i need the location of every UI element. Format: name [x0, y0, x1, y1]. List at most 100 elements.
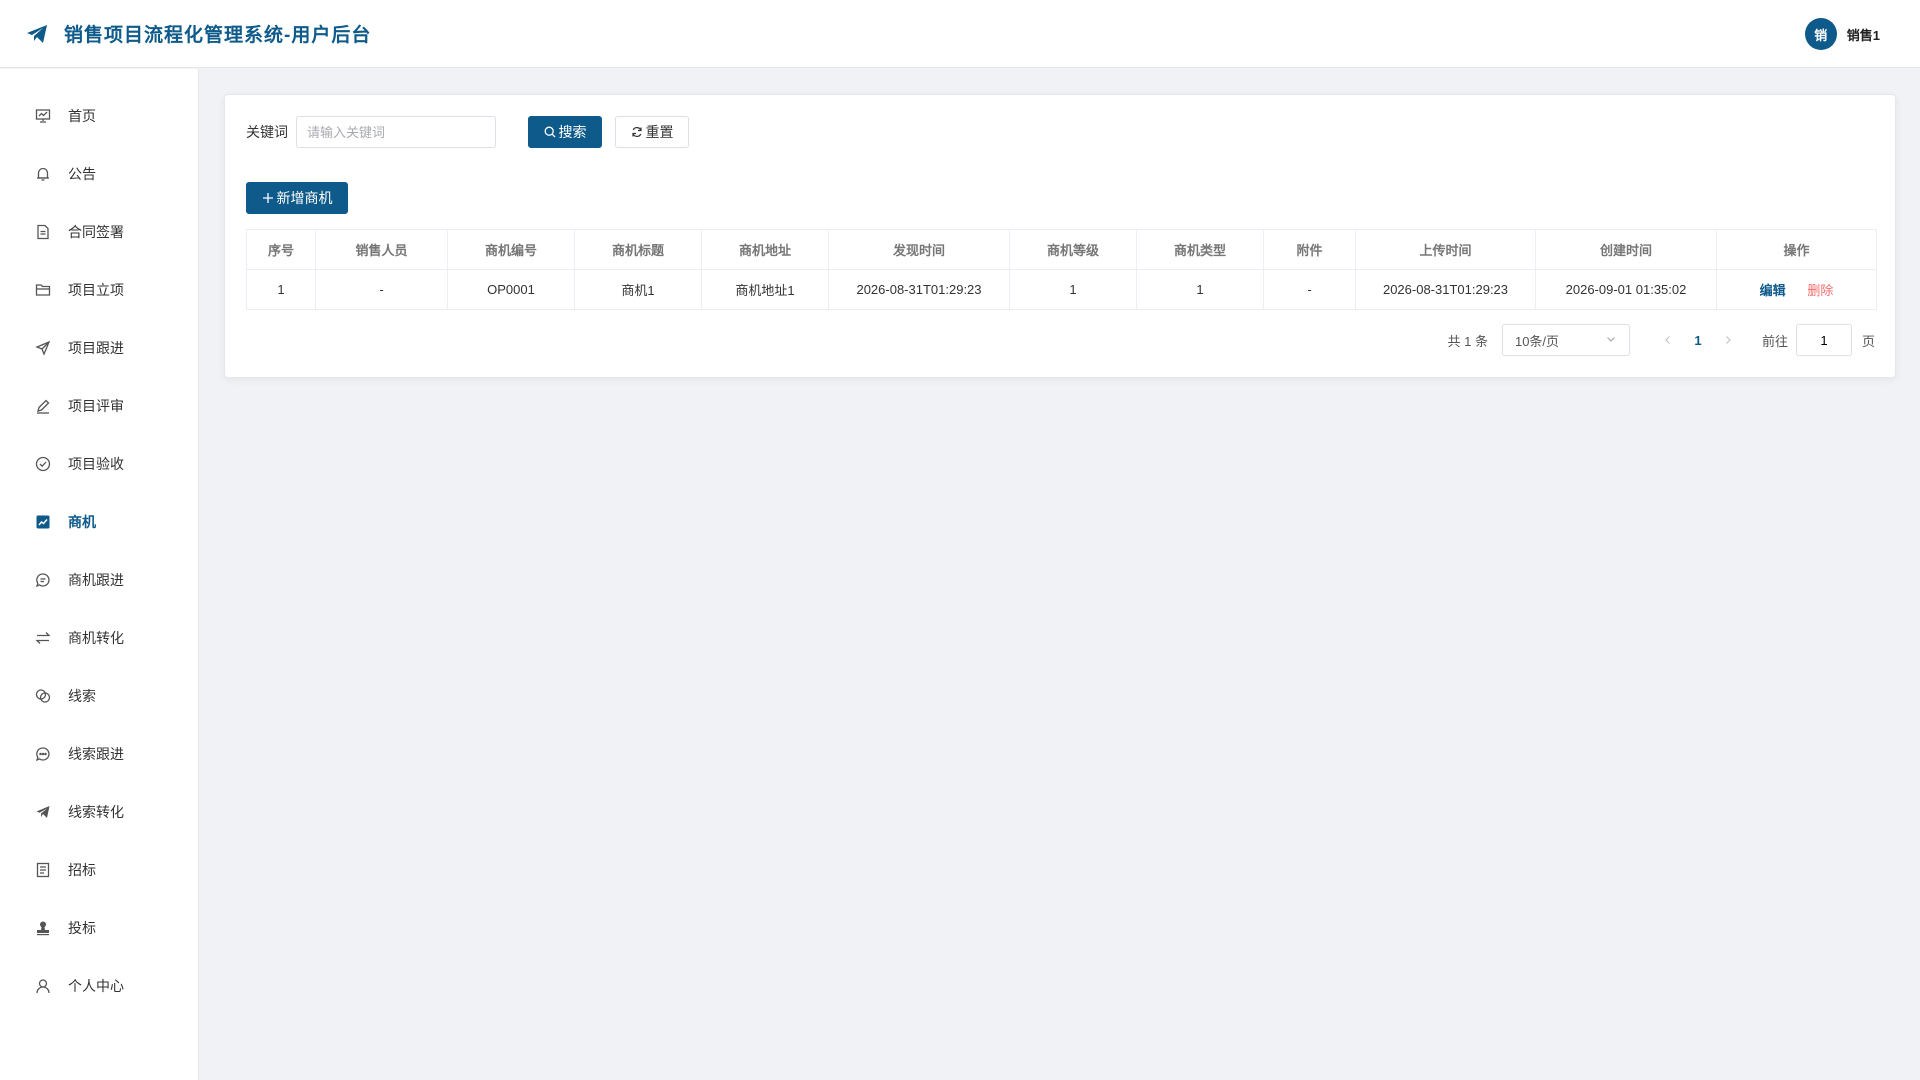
column-header: 商机地址 [701, 229, 829, 270]
table-cell: 2026-08-31T01:29:23 [828, 269, 1010, 310]
sidebar-item-opportunity[interactable]: 商机 [0, 493, 198, 551]
sidebar: 首页 公告 合同签署 项目立项 项目跟进 项目评审 项目验收 商机 商机跟进 商… [0, 69, 199, 1080]
sidebar-item-label: 商机转化 [68, 630, 124, 646]
sidebar-item-label: 商机 [68, 514, 96, 530]
paper-plane-logo-icon [24, 21, 50, 47]
sidebar-item-contract[interactable]: 合同签署 [0, 203, 198, 261]
column-header: 发现时间 [828, 229, 1010, 270]
goto-page-input[interactable] [1795, 324, 1852, 356]
actions-cell: 编辑 删除 [1716, 269, 1877, 310]
pen-icon [34, 397, 52, 415]
table-row: 1 - OP0001 商机1 商机地址1 2026-08-31T01:29:23… [246, 269, 1877, 310]
column-header: 商机标题 [574, 229, 702, 270]
keyword-input[interactable] [296, 116, 496, 148]
table-cell: OP0001 [447, 269, 575, 310]
table-cell: - [1263, 269, 1356, 310]
trend-chart-icon [34, 513, 52, 531]
reset-button-label: 重置 [645, 124, 674, 140]
plus-icon [262, 192, 274, 204]
column-header: 上传时间 [1355, 229, 1536, 270]
sidebar-item-opportunity-follow[interactable]: 商机跟进 [0, 551, 198, 609]
column-header: 序号 [246, 229, 316, 270]
top-header: 销售项目流程化管理系统-用户后台 销 销售1 [0, 0, 1920, 68]
delete-link[interactable]: 删除 [1807, 283, 1833, 298]
sidebar-item-label: 投标 [68, 920, 96, 936]
stamp-icon [34, 919, 52, 937]
sidebar-item-label: 线索 [68, 688, 96, 704]
sidebar-item-notice[interactable]: 公告 [0, 145, 198, 203]
table-cell: 商机1 [574, 269, 702, 310]
link-circles-icon [34, 687, 52, 705]
sidebar-item-label: 项目验收 [68, 456, 124, 472]
sidebar-item-label: 项目评审 [68, 398, 124, 414]
sidebar-item-tender[interactable]: 招标 [0, 841, 198, 899]
paper-plane-icon [34, 803, 52, 821]
sidebar-item-project-acceptance[interactable]: 项目验收 [0, 435, 198, 493]
page-size-value: 10条/页 [1514, 333, 1560, 349]
table-cell: 1 [246, 269, 316, 310]
table-header-row: 序号 销售人员 商机编号 商机标题 商机地址 发现时间 商机等级 商机类型 附件… [246, 229, 1877, 270]
table-cell: 1 [1136, 269, 1264, 310]
sidebar-item-label: 项目跟进 [68, 340, 124, 356]
sidebar-item-label: 首页 [68, 108, 96, 124]
folder-icon [34, 281, 52, 299]
search-bar: 关键词 搜索 重置 [246, 116, 689, 148]
add-opportunity-button[interactable]: 新增商机 [246, 182, 348, 214]
sidebar-item-label: 公告 [68, 166, 96, 182]
bell-icon [34, 165, 52, 183]
table-cell: 2026-08-31T01:29:23 [1355, 269, 1536, 310]
send-icon [34, 339, 52, 357]
table-cell: - [315, 269, 448, 310]
opportunity-list-card: 关键词 搜索 重置 新增商机 序号 销售人员 商机编号 商机标题 商机地址 [224, 94, 1896, 378]
refresh-icon [631, 126, 643, 138]
search-icon [544, 126, 556, 138]
next-page-icon[interactable] [1714, 333, 1742, 348]
sidebar-item-label: 线索跟进 [68, 746, 124, 762]
table-cell: 1 [1009, 269, 1137, 310]
sidebar-item-project-follow[interactable]: 项目跟进 [0, 319, 198, 377]
sidebar-item-opportunity-convert[interactable]: 商机转化 [0, 609, 198, 667]
document-icon [34, 223, 52, 241]
sidebar-item-profile[interactable]: 个人中心 [0, 957, 198, 1015]
total-count: 共 1 条 [1447, 333, 1488, 349]
chat-dots-icon [34, 745, 52, 763]
column-header: 商机等级 [1009, 229, 1137, 270]
sidebar-item-bid[interactable]: 投标 [0, 899, 198, 957]
column-header: 商机类型 [1136, 229, 1264, 270]
sidebar-item-home[interactable]: 首页 [0, 87, 198, 145]
username[interactable]: 销售1 [1847, 25, 1880, 44]
switch-icon [34, 629, 52, 647]
edit-link[interactable]: 编辑 [1760, 283, 1786, 298]
sidebar-item-leads-follow[interactable]: 线索跟进 [0, 725, 198, 783]
column-header: 附件 [1263, 229, 1356, 270]
chevron-down-icon [1605, 333, 1617, 348]
search-button-label: 搜索 [558, 124, 587, 140]
reset-button[interactable]: 重置 [615, 116, 689, 148]
tickets-icon [34, 861, 52, 879]
opportunity-table: 序号 销售人员 商机编号 商机标题 商机地址 发现时间 商机等级 商机类型 附件… [246, 229, 1877, 310]
sidebar-item-label: 项目立项 [68, 282, 124, 298]
avatar[interactable]: 销 [1804, 18, 1837, 50]
search-button[interactable]: 搜索 [528, 116, 602, 148]
column-header: 商机编号 [447, 229, 575, 270]
prev-page-icon[interactable] [1654, 333, 1682, 348]
table-cell: 2026-09-01 01:35:02 [1535, 269, 1717, 310]
sidebar-item-label: 商机跟进 [68, 572, 124, 588]
sidebar-item-label: 招标 [68, 862, 96, 878]
column-header: 销售人员 [315, 229, 448, 270]
sidebar-item-leads-convert[interactable]: 线索转化 [0, 783, 198, 841]
check-circle-icon [34, 455, 52, 473]
table-cell: 商机地址1 [701, 269, 829, 310]
sidebar-item-project-review[interactable]: 项目评审 [0, 377, 198, 435]
sidebar-item-leads[interactable]: 线索 [0, 667, 198, 725]
page-number-current[interactable]: 1 [1682, 333, 1714, 348]
user-icon [34, 977, 52, 995]
chart-board-icon [34, 107, 52, 125]
page-size-select[interactable]: 10条/页 [1501, 324, 1630, 356]
sidebar-item-project-setup[interactable]: 项目立项 [0, 261, 198, 319]
goto-label: 前往 [1761, 333, 1788, 349]
chat-icon [34, 571, 52, 589]
user-menu[interactable]: 销 销售1 [1804, 18, 1880, 50]
column-header: 创建时间 [1535, 229, 1717, 270]
sidebar-item-label: 合同签署 [68, 224, 124, 240]
